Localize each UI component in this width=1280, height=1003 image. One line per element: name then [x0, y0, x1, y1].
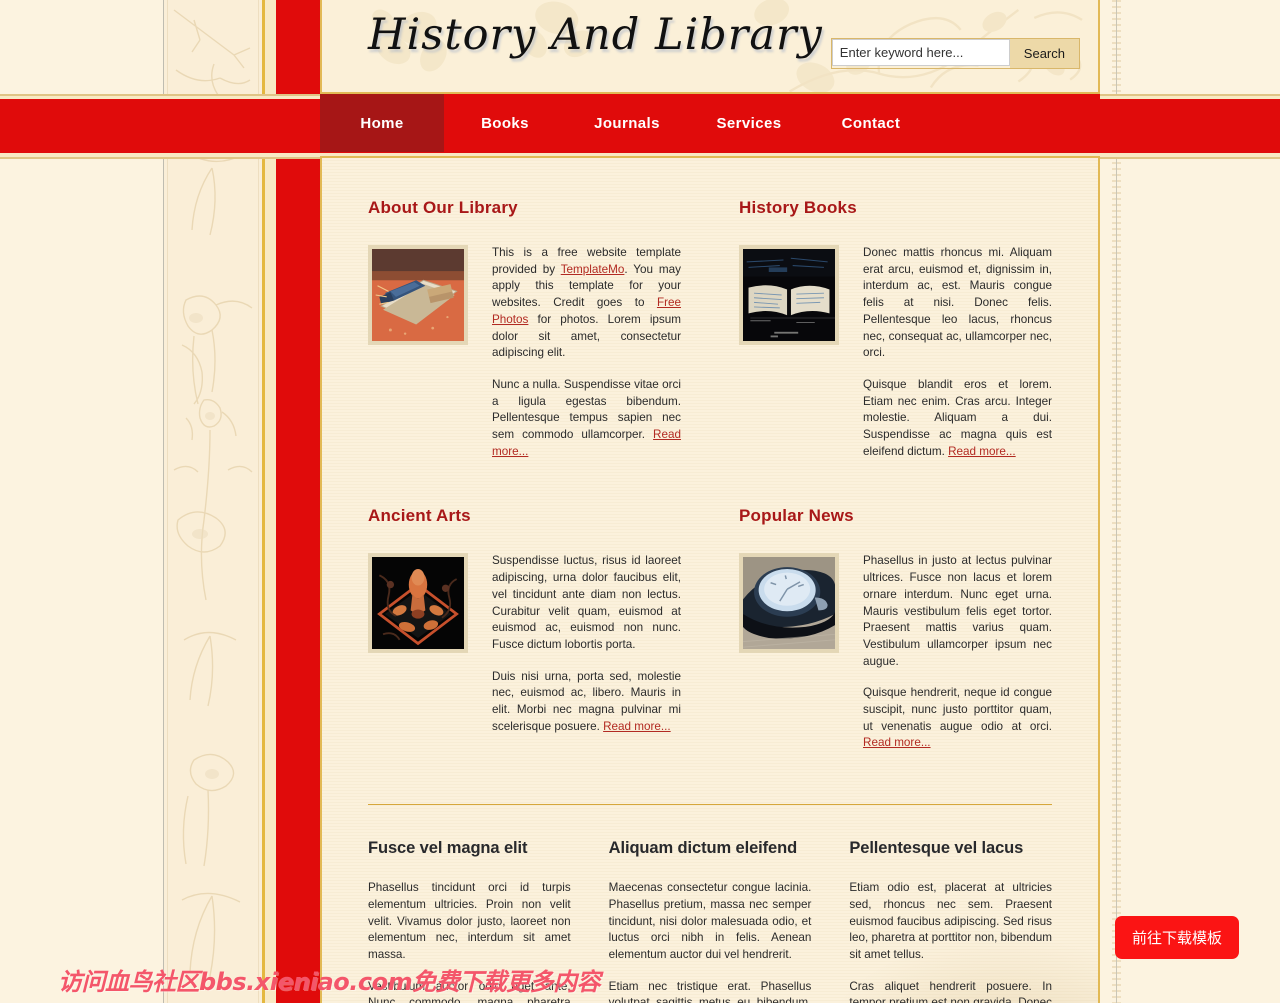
popular-news-paragraph-2: Quisque hendrerit, neque id congue susci… [863, 685, 1052, 752]
bottom-column-paragraph-2: Cras aliquet hendrerit posuere. In tempo… [849, 979, 1052, 1003]
section-history-books: History Books Donec mattis rhoncus mi. A… [739, 198, 1052, 460]
watermark-text: 访问血鸟社区bbs.xieniao.com免费下载更多内容 [58, 968, 601, 996]
bottom-column-3: Pellentesque vel lacus Etiam odio est, p… [849, 839, 1052, 1003]
open-book-photo-icon [743, 249, 835, 341]
ancient-arts-text: Suspendisse luctus, risus id laoreet adi… [492, 553, 681, 735]
content-panel: About Our Library This is a free website… [320, 156, 1100, 1003]
section-heading: About Our Library [368, 198, 518, 217]
search-input[interactable] [831, 39, 1010, 66]
site-header: History And Library Search [320, 0, 1100, 94]
book-and-pen-photo-icon [372, 249, 464, 341]
ancient-arts-paragraph-1: Suspendisse luctus, risus id laoreet adi… [492, 554, 681, 651]
nav-item-contact[interactable]: Contact [810, 94, 932, 152]
bottom-column-2: Aliquam dictum eleifend Maecenas consect… [609, 839, 812, 1003]
search-button[interactable]: Search [1009, 39, 1079, 68]
popular-news-p2-text: Quisque hendrerit, neque id congue susci… [863, 686, 1052, 733]
bottom-column-heading: Aliquam dictum eleifend [608, 839, 798, 858]
popular-news-text: Phasellus in justo at lectus pulvinar ul… [863, 553, 1052, 752]
about-thumbnail[interactable] [368, 245, 468, 345]
bottom-column-paragraph-1: Phasellus tincidunt orci id turpis eleme… [368, 881, 571, 961]
section-divider [368, 804, 1052, 806]
nav-item-home[interactable]: Home [320, 94, 444, 152]
nav-item-services[interactable]: Services [688, 94, 810, 152]
section-heading: History Books [739, 198, 857, 217]
about-paragraph-2: Nunc a nulla. Suspendisse vitae orci a l… [492, 377, 681, 461]
bottom-column-heading: Pellentesque vel lacus [849, 839, 1024, 858]
read-more-link[interactable]: Read more... [863, 736, 931, 749]
bottom-column-p2-text: Etiam nec tristique erat. Phasellus volu… [608, 979, 812, 1003]
section-heading: Ancient Arts [368, 506, 471, 526]
bottom-column-paragraph-2: Etiam nec tristique erat. Phasellus volu… [609, 979, 812, 1003]
bottom-column-paragraph-1: Maecenas consectetur congue lacinia. Pha… [608, 881, 812, 961]
feature-row-1: About Our Library This is a free website… [368, 198, 1052, 460]
bottom-column-p2-text: Cras aliquet hendrerit posuere. In tempo… [849, 979, 1053, 1003]
nav-item-journals[interactable]: Journals [566, 94, 688, 152]
section-popular-news: Popular News Phasellus in justo at lectu… [739, 506, 1052, 752]
about-text: This is a free website template provided… [492, 245, 681, 460]
search-box: Search [830, 38, 1080, 69]
main-navigation: Home Books Journals Services Contact [320, 94, 1100, 152]
popular-news-paragraph-1: Phasellus in justo at lectus pulvinar ul… [863, 554, 1052, 668]
bottom-column-paragraph-1: Etiam odio est, placerat at ultricies se… [849, 881, 1053, 961]
templatemo-link[interactable]: TemplateMo [561, 263, 625, 276]
site-wrapper: History And Library Search Home Books Jo… [320, 0, 1100, 1003]
bottom-column-heading: Fusce vel magna elit [368, 839, 528, 858]
read-more-link[interactable]: Read more... [948, 445, 1016, 458]
page-title: History And Library [368, 10, 823, 60]
section-heading: Popular News [739, 506, 854, 526]
ancient-arts-paragraph-2: Duis nisi urna, porta sed, molestie nec,… [492, 669, 681, 736]
history-books-paragraph-1: Donec mattis rhoncus mi. Aliquam erat ar… [863, 246, 1052, 360]
wristwatch-photo-icon [743, 557, 835, 650]
section-about-our-library: About Our Library This is a free website… [368, 198, 681, 460]
read-more-link[interactable]: Read more... [603, 720, 671, 733]
feature-row-2: Ancient Arts Suspendisse luctus, risus i… [368, 506, 1052, 752]
about-paragraph-1: This is a free website template provided… [492, 245, 681, 362]
section-ancient-arts: Ancient Arts Suspendisse luctus, risus i… [368, 506, 681, 752]
ancient-arts-thumbnail[interactable] [368, 553, 468, 654]
history-books-thumbnail[interactable] [739, 245, 839, 345]
ancient-artifact-photo-icon [372, 557, 464, 650]
history-books-text: Donec mattis rhoncus mi. Aliquam erat ar… [863, 245, 1052, 460]
download-template-button[interactable]: 前往下载模板 [1114, 916, 1239, 959]
history-books-paragraph-2: Quisque blandit eros et lorem. Etiam nec… [863, 377, 1052, 461]
nav-item-books[interactable]: Books [444, 94, 566, 152]
popular-news-thumbnail[interactable] [739, 553, 839, 654]
